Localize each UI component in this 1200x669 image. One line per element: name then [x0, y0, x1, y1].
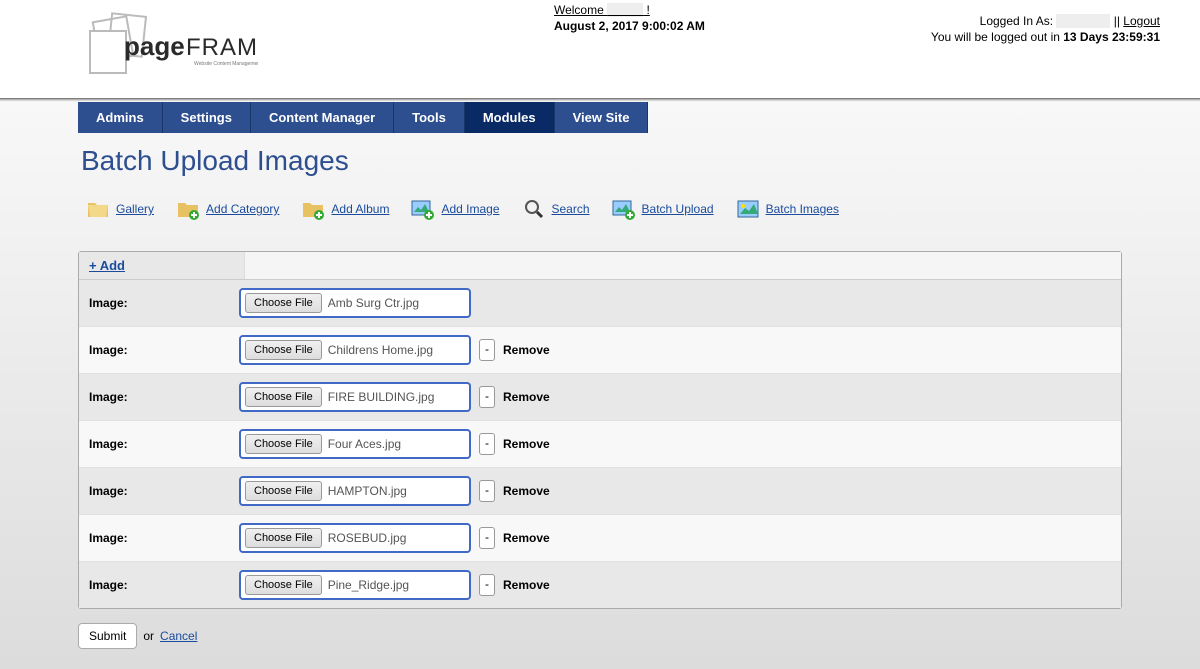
remove-label: Remove	[503, 484, 550, 498]
row-label: Image:	[79, 566, 234, 604]
file-input[interactable]: Choose FileHAMPTON.jpg	[239, 476, 471, 506]
remove-label: Remove	[503, 343, 550, 357]
upload-row: Image:Choose FileAmb Surg Ctr.jpg	[79, 280, 1121, 326]
welcome-text: Welcome xxxxxx !	[554, 3, 705, 17]
choose-file-button[interactable]: Choose File	[245, 387, 322, 407]
remove-button[interactable]: -	[479, 480, 495, 502]
nav-content-manager[interactable]: Content Manager	[251, 102, 394, 133]
svg-text:FRAMER: FRAMER	[186, 34, 258, 61]
nav-view-site[interactable]: View Site	[555, 102, 649, 133]
remove-button[interactable]: -	[479, 574, 495, 596]
remove-button[interactable]: -	[479, 386, 495, 408]
batch-upload-action[interactable]: Batch Upload	[612, 197, 714, 221]
upload-row: Image:Choose FilePine_Ridge.jpg-Remove	[79, 561, 1121, 608]
upload-row: Image:Choose FileFour Aces.jpg-Remove	[79, 420, 1121, 467]
row-label: Image:	[79, 378, 234, 416]
search-icon	[522, 197, 546, 221]
add-category-action[interactable]: Add Category	[176, 197, 279, 221]
add-row-link[interactable]: + Add	[89, 258, 125, 273]
file-name: Four Aces.jpg	[322, 437, 401, 451]
add-album-action[interactable]: Add Album	[301, 197, 389, 221]
logo: page FRAMER Website Content Management	[78, 0, 328, 88]
or-text: or	[143, 629, 154, 643]
row-label: Image:	[79, 284, 234, 322]
row-label: Image:	[79, 472, 234, 510]
remove-label: Remove	[503, 390, 550, 404]
nav-admins[interactable]: Admins	[78, 102, 163, 133]
remove-label: Remove	[503, 437, 550, 451]
file-name: Childrens Home.jpg	[322, 343, 433, 357]
file-input[interactable]: Choose FileChildrens Home.jpg	[239, 335, 471, 365]
upload-row: Image:Choose FileFIRE BUILDING.jpg-Remov…	[79, 373, 1121, 420]
folder-plus-icon	[301, 197, 325, 221]
file-input[interactable]: Choose FileFour Aces.jpg	[239, 429, 471, 459]
page-title: Batch Upload Images	[78, 133, 1122, 197]
batch-images-action[interactable]: Batch Images	[736, 197, 839, 221]
svg-text:Website Content Management: Website Content Management	[194, 61, 258, 67]
file-input[interactable]: Choose FilePine_Ridge.jpg	[239, 570, 471, 600]
svg-text:page: page	[124, 31, 185, 61]
image-plus-icon	[612, 197, 636, 221]
nav-modules[interactable]: Modules	[465, 102, 555, 133]
add-image-action[interactable]: Add Image	[411, 197, 499, 221]
nav-settings[interactable]: Settings	[163, 102, 251, 133]
upload-row: Image:Choose FileHAMPTON.jpg-Remove	[79, 467, 1121, 514]
gallery-action[interactable]: Gallery	[86, 197, 154, 221]
file-name: Pine_Ridge.jpg	[322, 578, 409, 592]
search-action[interactable]: Search	[522, 197, 590, 221]
row-label: Image:	[79, 519, 234, 557]
datetime-text: August 2, 2017 9:00:02 AM	[554, 17, 705, 33]
main-nav: AdminsSettingsContent ManagerToolsModule…	[78, 102, 1122, 133]
upload-row: Image:Choose FileChildrens Home.jpg-Remo…	[79, 326, 1121, 373]
choose-file-button[interactable]: Choose File	[245, 481, 322, 501]
file-name: HAMPTON.jpg	[322, 484, 407, 498]
action-toolbar: Gallery Add Category Add Album Add Image…	[78, 197, 1122, 251]
choose-file-button[interactable]: Choose File	[245, 528, 322, 548]
login-status: Logged In As: xxxxxxxxx || Logout	[931, 14, 1160, 28]
upload-row: Image:Choose FileROSEBUD.jpg-Remove	[79, 514, 1121, 561]
upload-panel: + Add Image:Choose FileAmb Surg Ctr.jpgI…	[78, 251, 1122, 609]
remove-label: Remove	[503, 531, 550, 545]
nav-tools[interactable]: Tools	[394, 102, 465, 133]
row-label: Image:	[79, 331, 234, 369]
file-name: ROSEBUD.jpg	[322, 531, 407, 545]
logout-link[interactable]: Logout	[1123, 14, 1160, 28]
row-label: Image:	[79, 425, 234, 463]
choose-file-button[interactable]: Choose File	[245, 575, 322, 595]
folder-plus-icon	[176, 197, 200, 221]
remove-label: Remove	[503, 578, 550, 592]
logout-countdown: You will be logged out in 13 Days 23:59:…	[931, 28, 1160, 44]
choose-file-button[interactable]: Choose File	[245, 293, 322, 313]
remove-button[interactable]: -	[479, 339, 495, 361]
file-name: FIRE BUILDING.jpg	[322, 390, 435, 404]
file-input[interactable]: Choose FileFIRE BUILDING.jpg	[239, 382, 471, 412]
remove-button[interactable]: -	[479, 527, 495, 549]
file-input[interactable]: Choose FileAmb Surg Ctr.jpg	[239, 288, 471, 318]
remove-button[interactable]: -	[479, 433, 495, 455]
cancel-link[interactable]: Cancel	[160, 629, 197, 643]
image-plus-icon	[411, 197, 435, 221]
file-input[interactable]: Choose FileROSEBUD.jpg	[239, 523, 471, 553]
choose-file-button[interactable]: Choose File	[245, 340, 322, 360]
submit-button[interactable]: Submit	[78, 623, 137, 649]
file-name: Amb Surg Ctr.jpg	[322, 296, 419, 310]
folder-icon	[86, 197, 110, 221]
choose-file-button[interactable]: Choose File	[245, 434, 322, 454]
image-icon	[736, 197, 760, 221]
